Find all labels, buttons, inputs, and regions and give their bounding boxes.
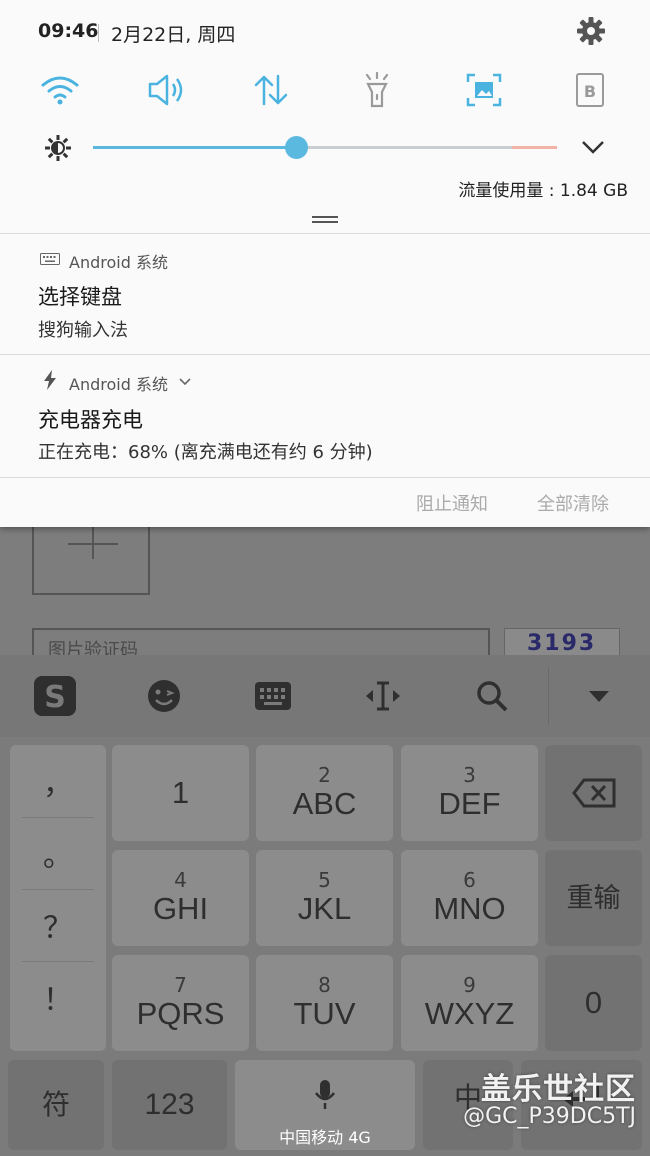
sogou-logo-icon[interactable]: S bbox=[30, 673, 80, 719]
notification-title: 选择键盘 bbox=[38, 285, 122, 309]
key-number: 5 bbox=[318, 868, 331, 892]
key-label: 123 bbox=[144, 1088, 195, 1121]
notification-app-name: Android 系统 bbox=[69, 375, 168, 394]
b-icon: B bbox=[576, 73, 604, 107]
notification-app-name: Android 系统 bbox=[69, 253, 168, 272]
reenter-key[interactable]: 重输 bbox=[545, 850, 642, 946]
backspace-key[interactable] bbox=[545, 745, 642, 841]
wifi-icon bbox=[41, 76, 79, 105]
block-notifications-button[interactable]: 阻止通知 bbox=[416, 490, 488, 516]
sound-tile[interactable] bbox=[144, 68, 188, 112]
wifi-tile[interactable] bbox=[38, 68, 82, 112]
captcha-image[interactable]: 3193 bbox=[504, 628, 620, 656]
key-0[interactable]: 0 bbox=[545, 955, 642, 1051]
notification-text: 正在充电：68% (离充满电还有约 6 分钟) bbox=[38, 442, 373, 463]
key-9[interactable]: 9 WXYZ bbox=[401, 955, 538, 1051]
clear-all-button[interactable]: 全部清除 bbox=[537, 490, 609, 516]
hide-keyboard-icon[interactable] bbox=[574, 673, 624, 719]
cursor-move-icon[interactable] bbox=[358, 673, 408, 719]
brightness-icon bbox=[45, 135, 71, 161]
svg-text:S: S bbox=[44, 680, 66, 715]
punct-divider bbox=[22, 889, 94, 890]
notification-shade: 09:46 2月22日, 周四 B 流量使用量: 1.84 GB Androi… bbox=[0, 0, 650, 527]
brightness-slider-thumb[interactable] bbox=[285, 136, 308, 159]
key-number: 9 bbox=[463, 973, 476, 997]
punct-exclaim-key[interactable]: ！ bbox=[10, 963, 106, 1031]
watermark-handle: @GC_P39DC5TJ bbox=[463, 1104, 636, 1129]
key-label: TUV bbox=[293, 996, 356, 1031]
key-number: 8 bbox=[318, 973, 331, 997]
sound-icon bbox=[148, 74, 183, 106]
mobile-data-tile[interactable] bbox=[249, 68, 293, 112]
punct-question-key[interactable]: ？ bbox=[10, 891, 106, 959]
chevron-down-icon[interactable] bbox=[580, 136, 606, 158]
key-label: 1 bbox=[171, 775, 190, 810]
punctuation-column: ， 。 ？ ！ bbox=[10, 745, 106, 1051]
key-7[interactable]: 7 PQRS bbox=[112, 955, 249, 1051]
status-divider bbox=[98, 24, 99, 42]
punct-divider bbox=[22, 817, 94, 818]
key-8[interactable]: 8 TUV bbox=[256, 955, 393, 1051]
keyboard-icon bbox=[40, 249, 60, 269]
microphone-icon bbox=[315, 1080, 335, 1109]
emoji-icon[interactable] bbox=[139, 673, 189, 719]
divider bbox=[0, 354, 650, 355]
flashlight-icon bbox=[365, 71, 389, 108]
key-4[interactable]: 4 GHI bbox=[112, 850, 249, 946]
key-number: 3 bbox=[463, 763, 476, 787]
punct-comma-key[interactable]: ， bbox=[10, 747, 106, 815]
divider bbox=[0, 477, 650, 478]
flashlight-tile[interactable] bbox=[355, 68, 399, 112]
screenshot-icon bbox=[466, 73, 502, 107]
key-1[interactable]: 1 bbox=[112, 745, 249, 841]
key-label: 符 bbox=[41, 1089, 70, 1120]
key-label: JKL bbox=[297, 891, 352, 926]
divider bbox=[0, 233, 650, 234]
key-label: WXYZ bbox=[424, 996, 515, 1031]
captcha-input[interactable]: 图片验证码 bbox=[32, 628, 490, 658]
data-usage-label: 流量使用量 : 1.84 GB bbox=[458, 181, 628, 201]
status-time: 09:46 bbox=[38, 20, 99, 42]
key-label: 重输 bbox=[566, 883, 621, 913]
key-number: 7 bbox=[174, 973, 187, 997]
watermark-title: 盖乐世社区 bbox=[481, 1072, 636, 1107]
brightness-track bbox=[296, 146, 512, 149]
key-label: 0 bbox=[584, 985, 603, 1020]
settings-gear-icon[interactable] bbox=[574, 14, 608, 48]
key-3[interactable]: 3 DEF bbox=[401, 745, 538, 841]
punct-divider bbox=[22, 961, 94, 962]
keyboard-switch-icon[interactable] bbox=[248, 673, 298, 719]
charging-bolt-icon bbox=[40, 370, 60, 390]
notification-text: 搜狗输入法 bbox=[38, 320, 128, 341]
keyboard-toolbar: S bbox=[0, 655, 650, 737]
punct-period-key[interactable]: 。 bbox=[10, 819, 106, 887]
status-date: 2月22日, 周四 bbox=[111, 24, 236, 46]
shade-drag-handle[interactable] bbox=[312, 216, 338, 223]
toolbar-divider bbox=[548, 667, 549, 725]
brightness-track-high bbox=[512, 146, 557, 149]
key-number: 2 bbox=[318, 763, 331, 787]
key-6[interactable]: 6 MNO bbox=[401, 850, 538, 946]
backspace-icon bbox=[571, 778, 615, 808]
b-mode-tile[interactable]: B bbox=[568, 68, 612, 112]
key-label: ABC bbox=[292, 786, 357, 821]
key-label: DEF bbox=[438, 786, 501, 821]
notification-title: 充电器充电 bbox=[38, 408, 143, 432]
mobile-data-icon bbox=[254, 74, 288, 106]
brightness-track-filled bbox=[93, 146, 296, 149]
key-5[interactable]: 5 JKL bbox=[256, 850, 393, 946]
svg-text:B: B bbox=[584, 82, 596, 101]
key-label: PQRS bbox=[136, 996, 225, 1031]
key-number: 6 bbox=[463, 868, 476, 892]
key-number: 4 bbox=[174, 868, 187, 892]
key-2[interactable]: 2 ABC bbox=[256, 745, 393, 841]
chevron-down-icon[interactable] bbox=[178, 375, 192, 389]
search-icon[interactable] bbox=[467, 673, 517, 719]
key-label: MNO bbox=[433, 891, 506, 926]
key-label: GHI bbox=[152, 891, 209, 926]
screenshot-tile[interactable] bbox=[462, 68, 506, 112]
add-image-box[interactable] bbox=[32, 527, 150, 595]
